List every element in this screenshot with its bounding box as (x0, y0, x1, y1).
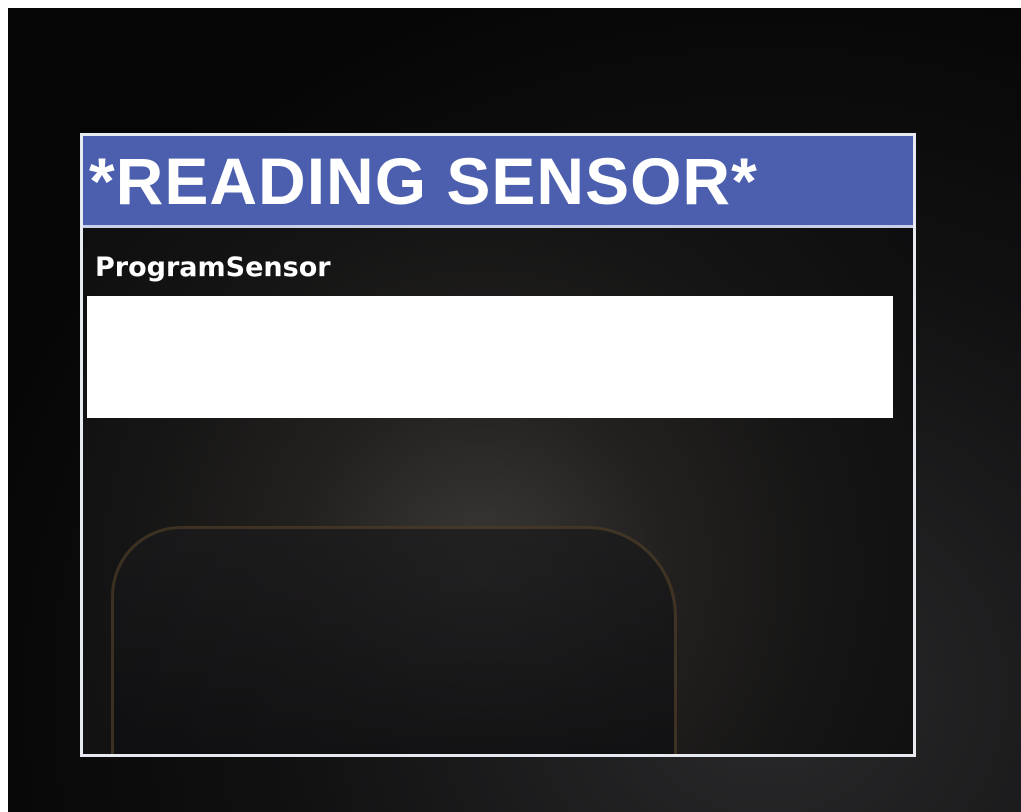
screen-reflection (111, 526, 677, 754)
lcd-screen: *READING SENSOR* ProgramSensor (80, 133, 916, 757)
title-bar: *READING SENSOR* (83, 136, 913, 228)
screen-title: *READING SENSOR* (89, 143, 758, 218)
selected-row[interactable] (87, 296, 893, 418)
screen-subtitle: ProgramSensor (95, 252, 331, 283)
